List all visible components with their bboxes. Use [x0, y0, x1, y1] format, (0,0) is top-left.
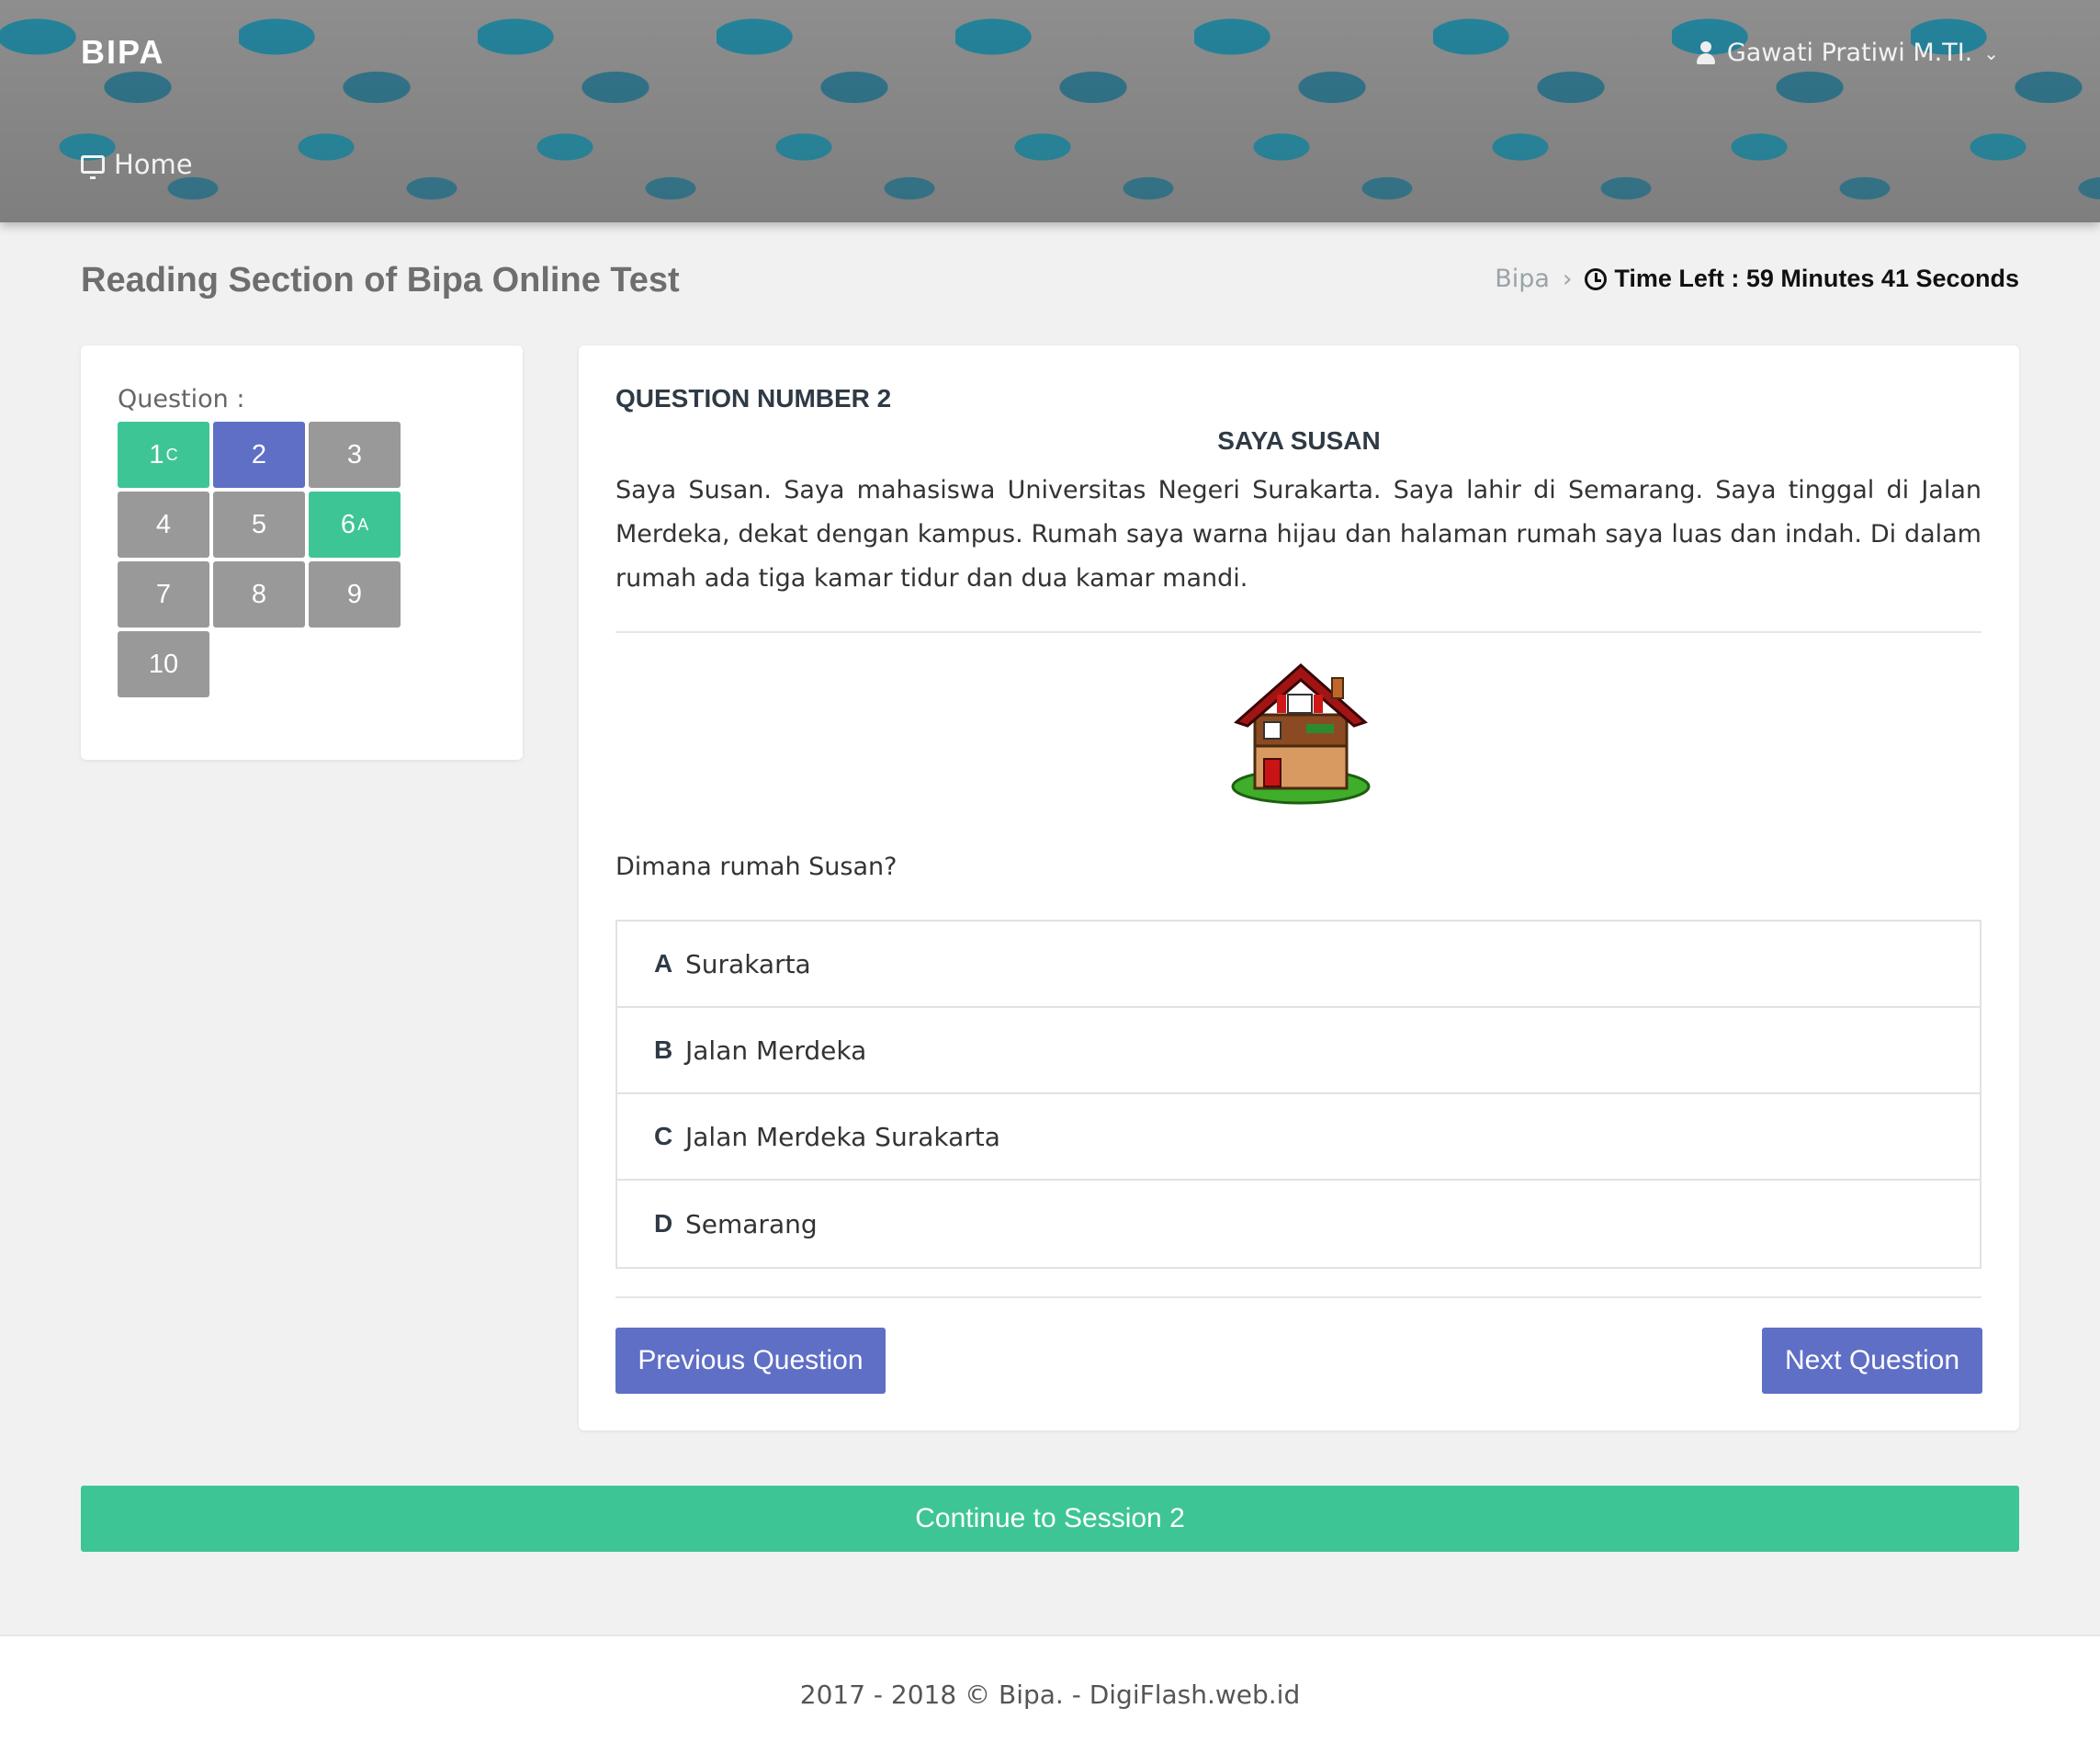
question-nav-button[interactable]: 2 [213, 422, 305, 488]
navigator-label: Question : [118, 385, 245, 413]
divider [615, 631, 1981, 633]
chevron-down-icon: ⌄ [1983, 41, 1999, 64]
user-icon [1696, 40, 1716, 65]
question-nav-number: 1 [149, 439, 164, 469]
brand-logo[interactable]: BIPA [81, 33, 164, 72]
option-b[interactable]: B Jalan Merdeka [617, 1008, 1980, 1094]
answer-options: A Surakarta B Jalan Merdeka C Jalan Merd… [615, 920, 1981, 1269]
option-c[interactable]: C Jalan Merdeka Surakarta [617, 1094, 1980, 1181]
option-letter: C [654, 1122, 673, 1150]
option-letter: A [654, 949, 673, 978]
question-nav-number: 3 [346, 439, 363, 469]
question-nav-answer: C [165, 445, 178, 464]
page-title: Reading Section of Bipa Online Test [81, 261, 680, 300]
question-nav-number: 8 [251, 579, 267, 609]
timer: Time Left : 59 Minutes 41 Seconds [1585, 265, 2019, 293]
footer: 2017 - 2018 © Bipa. - DigiFlash.web.id [0, 1634, 2100, 1753]
footer-text: 2017 - 2018 © Bipa. - DigiFlash.web.id [799, 1679, 1301, 1710]
passage-text: Saya Susan. Saya mahasiswa Universitas N… [615, 476, 1981, 593]
question-nav-number: 9 [346, 579, 363, 609]
breadcrumb: Bipa › Time Left : 59 Minutes 41 Seconds [1495, 265, 2019, 293]
question-nav-number: 4 [155, 509, 172, 539]
option-d[interactable]: D Semarang [617, 1181, 1980, 1267]
question-nav-button[interactable]: 10 [118, 631, 209, 697]
clock-icon [1585, 267, 1608, 290]
question-navigator: Question : 1 C 2 3 4 5 6 A 7 8 9 10 [81, 345, 523, 760]
nav-home-link[interactable]: Home [81, 149, 193, 180]
question-nav-button[interactable]: 9 [309, 561, 401, 628]
question-nav-number: 5 [251, 509, 267, 539]
user-menu[interactable]: Gawati Pratiwi M.TI. ⌄ [1696, 39, 1999, 67]
question-grid: 1 C 2 3 4 5 6 A 7 8 9 10 [118, 422, 402, 697]
question-card: QUESTION NUMBER 2 SAYA SUSAN Saya Susan.… [579, 345, 2019, 1431]
previous-question-button[interactable]: Previous Question [615, 1328, 886, 1394]
question-nav-button[interactable]: 1C [118, 422, 209, 488]
passage-title: SAYA SUSAN [1217, 426, 1381, 455]
monitor-icon [81, 155, 105, 179]
question-nav-button[interactable]: 4 [118, 492, 209, 558]
question-nav-number: 7 [155, 579, 172, 609]
next-question-button[interactable]: Next Question [1762, 1328, 1982, 1394]
question-nav-button[interactable]: 3 [309, 422, 401, 488]
question-nav-number: 10 [148, 649, 179, 679]
option-text: Surakarta [685, 948, 811, 979]
house-image [1231, 662, 1371, 805]
option-text: Semarang [685, 1208, 818, 1239]
nav-home-label: Home [114, 149, 193, 180]
option-letter: D [654, 1209, 673, 1238]
option-letter: B [654, 1035, 673, 1064]
question-nav-answer: A [357, 515, 369, 534]
divider [615, 1296, 1981, 1298]
option-a[interactable]: A Surakarta [617, 922, 1980, 1008]
header-banner: BIPA Gawati Pratiwi M.TI. ⌄ Home [0, 0, 2100, 222]
user-name: Gawati Pratiwi M.TI. [1726, 39, 1973, 67]
option-text: Jalan Merdeka Surakarta [685, 1121, 1000, 1152]
continue-session-button[interactable]: Continue to Session 2 [81, 1486, 2019, 1552]
question-nav-button[interactable]: 7 [118, 561, 209, 628]
breadcrumb-bipa[interactable]: Bipa [1495, 265, 1550, 293]
timer-text: Time Left : 59 Minutes 41 Seconds [1614, 265, 2019, 292]
question-nav-button[interactable]: 5 [213, 492, 305, 558]
question-nav-button[interactable]: 8 [213, 561, 305, 628]
option-text: Jalan Merdeka [685, 1035, 867, 1066]
question-nav-number: 6 [340, 509, 356, 539]
question-nav-button[interactable]: 6A [309, 492, 401, 558]
question-prompt: Dimana rumah Susan? [615, 853, 898, 881]
question-nav-number: 2 [251, 439, 267, 469]
chevron-right-icon: › [1562, 265, 1573, 293]
question-number: QUESTION NUMBER 2 [615, 384, 892, 413]
